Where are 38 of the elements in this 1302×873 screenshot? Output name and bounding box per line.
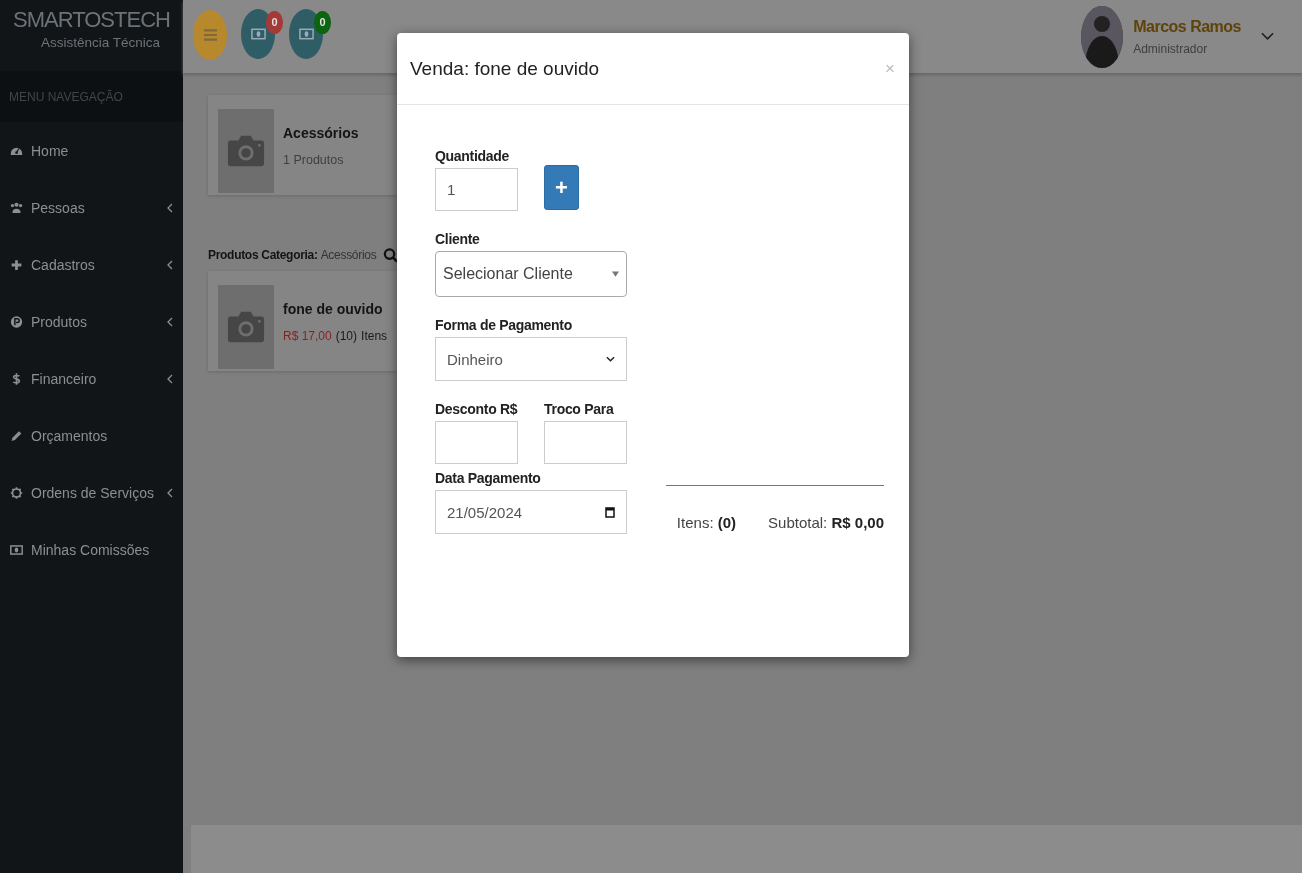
product-name: fone de ouvido (283, 301, 384, 317)
field-label: Quantidade (435, 148, 510, 164)
brand-subtitle: Assistência Técnica (40, 35, 161, 50)
menu-heading: MENU NAVEGAÇÃO (0, 71, 183, 122)
field-label: Data Pagamento (435, 470, 542, 486)
category-name: Acessórios (320, 248, 377, 262)
sidebar-item[interactable]: Pessoas (0, 179, 183, 236)
product-card[interactable]: fone de ouvido R$ 17,00 (10) Itens (208, 271, 397, 371)
modal-title: Venda: fone de ouvido (410, 57, 601, 80)
quantity-field[interactable]: 1 (435, 168, 518, 211)
subtotal: Subtotal: R$ 0,00 (768, 514, 884, 531)
date-field[interactable]: 21/05/2024 (435, 490, 627, 534)
category-title: Acessórios (283, 125, 359, 141)
user-role: Administrador (1133, 41, 1209, 56)
sidebar-item[interactable]: Produtos (0, 293, 183, 350)
count-badge: 0 (314, 10, 331, 34)
section-label: Produtos Categoria: (208, 248, 318, 262)
field-label: Troco Para (544, 401, 615, 417)
payment-select[interactable]: Dinheiro (435, 337, 627, 381)
sidebar-item[interactable]: Minhas Comissões (0, 521, 183, 578)
items-count: Itens: (0) (676, 514, 737, 531)
client-select[interactable]: Selecionar Cliente (435, 251, 627, 297)
category-card[interactable]: Acessórios 1 Produtos (208, 95, 397, 195)
sidebar-item[interactable]: Financeiro (0, 350, 183, 407)
stock-unit: Itens (361, 329, 388, 343)
count-badge: 0 (266, 10, 283, 34)
product-count: 1 Produtos (283, 153, 345, 167)
sidebar-item[interactable]: Orçamentos (0, 407, 183, 464)
sidebar-item[interactable]: Home (0, 122, 183, 179)
brand-title: SMARTOSTECH (13, 6, 170, 34)
sidebar-item[interactable]: Cadastros (0, 236, 183, 293)
product-price: R$ 17,00 (283, 329, 332, 343)
add-button[interactable]: + (544, 165, 579, 210)
field-label: Cliente (435, 231, 481, 247)
field-label: Forma de Pagamento (435, 317, 573, 333)
sidebar-item[interactable]: Ordens de Serviços (0, 464, 183, 521)
stock-count: (10) (335, 329, 358, 343)
field-label: Desconto R$ (435, 401, 518, 417)
